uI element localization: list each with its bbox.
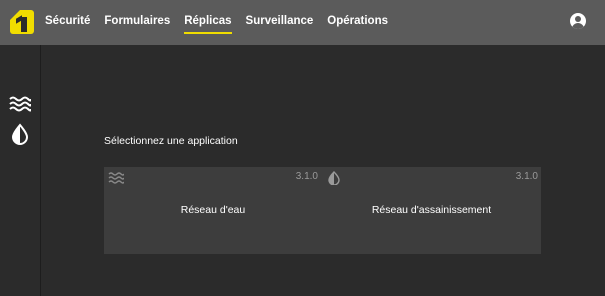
logo-mark xyxy=(21,17,27,32)
nav-tab-replicas[interactable]: Réplicas xyxy=(184,0,232,45)
half-drop-icon xyxy=(326,171,342,186)
sidebar xyxy=(0,45,41,296)
account-circle-icon[interactable] xyxy=(570,13,586,29)
app-name: Réseau d'assainissement xyxy=(371,204,492,216)
nav-tab-securite[interactable]: Sécurité xyxy=(45,0,90,45)
top-navigation-bar: Sécurité Formulaires Réplicas Surveillan… xyxy=(0,0,605,45)
app-version: 3.1.0 xyxy=(515,171,538,182)
nav-tab-operations[interactable]: Opérations xyxy=(327,0,388,45)
main-navigation: Sécurité Formulaires Réplicas Surveillan… xyxy=(45,0,402,45)
app-card-reseau-eau[interactable]: 3.1.0 Réseau d'eau xyxy=(104,167,322,254)
app-name: Réseau d'eau xyxy=(180,204,246,216)
app-version: 3.1.0 xyxy=(295,171,318,182)
nav-tab-formulaires[interactable]: Formulaires xyxy=(104,0,170,45)
water-waves-icon[interactable] xyxy=(9,94,32,116)
app-logo[interactable] xyxy=(10,10,34,34)
water-waves-icon xyxy=(108,171,125,185)
main-content: Sélectionnez une application 3.1.0 Résea… xyxy=(41,45,605,296)
page-heading: Sélectionnez une application xyxy=(104,135,238,147)
nav-tab-surveillance[interactable]: Surveillance xyxy=(246,0,314,45)
application-list: 3.1.0 Réseau d'eau 3.1.0 Réseau d'assain… xyxy=(104,167,541,254)
app-card-reseau-assainissement[interactable]: 3.1.0 Réseau d'assainissement xyxy=(322,167,541,254)
half-drop-icon[interactable] xyxy=(9,123,31,145)
